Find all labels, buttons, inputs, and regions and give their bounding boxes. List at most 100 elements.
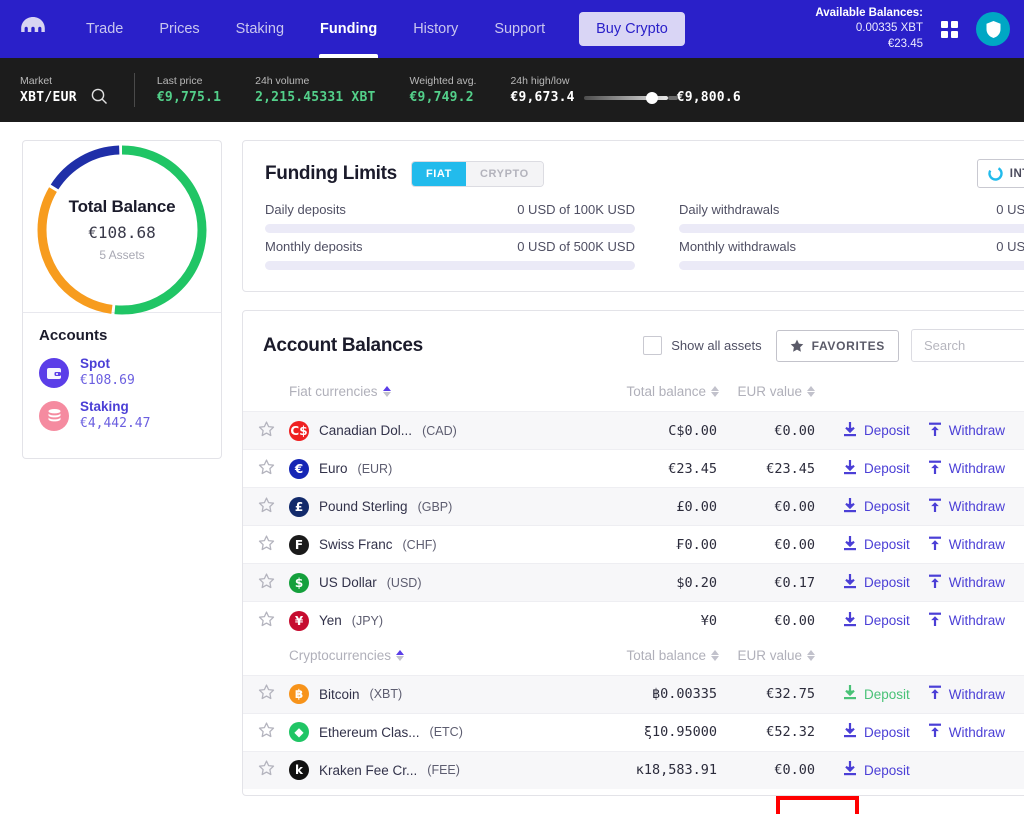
- account-item-spot[interactable]: Spot €108.69: [39, 356, 221, 389]
- section-label-cell[interactable]: Cryptocurrencies: [289, 639, 549, 675]
- page-title: Account Balances: [263, 334, 423, 356]
- asset-name: Pound Sterling: [319, 499, 408, 514]
- nav-item-history[interactable]: History: [395, 0, 476, 58]
- actions-cell: Deposit Withdraw: [839, 525, 1024, 564]
- upload-arrow-icon: [928, 612, 942, 630]
- asset-name: Bitcoin: [319, 686, 360, 702]
- limit-monthly-withdrawals: Monthly withdrawals 0 USD of: [679, 239, 1024, 270]
- total-balance-header-cell[interactable]: Total balance: [549, 639, 719, 675]
- buy-crypto-button[interactable]: Buy Crypto: [579, 12, 685, 46]
- deposit-link[interactable]: Deposit: [843, 685, 910, 703]
- withdraw-link[interactable]: Withdraw: [928, 460, 1005, 478]
- column-header-total-balance: Total balance: [626, 648, 719, 663]
- market-pair-value: XBT/EUR: [20, 90, 77, 105]
- total-balance-header-cell[interactable]: Total balance: [549, 376, 719, 412]
- asset-code: (JPY): [351, 613, 384, 628]
- eur-value-header-cell[interactable]: EUR value: [719, 376, 839, 412]
- nav-item-support[interactable]: Support: [476, 0, 563, 58]
- total-balance-cell: ₣0.00: [549, 525, 719, 564]
- available-balance-fiat: €23.45: [887, 37, 923, 50]
- eur-value-cell: €0.00: [719, 487, 839, 526]
- deposit-link[interactable]: Deposit: [843, 611, 910, 630]
- withdraw-link[interactable]: Withdraw: [928, 498, 1005, 516]
- deposit-label: Deposit: [864, 423, 910, 438]
- download-arrow-icon: [843, 421, 857, 440]
- withdraw-link[interactable]: Withdraw: [928, 612, 1005, 630]
- withdraw-link[interactable]: Withdraw: [928, 685, 1005, 703]
- favorite-star-cell[interactable]: [243, 411, 289, 450]
- account-staking-name: Staking: [80, 399, 129, 415]
- table-row: ◆ Ethereum Clas... (ETC) ξ10.95000 €52.32 Dep…: [243, 712, 1024, 751]
- favorite-star-cell[interactable]: [243, 487, 289, 526]
- favorite-star-cell[interactable]: [243, 674, 289, 713]
- withdraw-link[interactable]: Withdraw: [928, 422, 1005, 440]
- stat-24h-volume: 24h volume 2,215.45331 XBT: [255, 75, 375, 105]
- apps-grid-icon[interactable]: [941, 20, 958, 38]
- favorite-star-cell[interactable]: [243, 525, 289, 564]
- kraken-logo-icon[interactable]: [18, 14, 48, 44]
- shield-avatar-icon[interactable]: [976, 12, 1010, 46]
- nav-item-staking[interactable]: Staking: [218, 0, 302, 58]
- toggle-option-crypto[interactable]: CRYPTO: [465, 161, 543, 186]
- favorite-star-cell[interactable]: [243, 750, 289, 789]
- asset-name-cell: F Swiss Franc (CHF): [289, 525, 549, 564]
- asset-name-cell: ¥ Yen (JPY): [289, 601, 549, 640]
- verification-tier-button[interactable]: INTE: [976, 159, 1024, 188]
- deposit-link[interactable]: Deposit: [843, 535, 910, 554]
- limit-progress-bar: [265, 261, 635, 270]
- table-row: F Swiss Franc (CHF) ₣0.00 €0.00 Deposit Withdr…: [243, 525, 1024, 564]
- deposit-link[interactable]: Deposit: [843, 723, 910, 741]
- eur-value-cell: €32.75: [719, 674, 839, 713]
- balances-table-body: Fiat currencies Total balance EUR value C$ C…: [243, 376, 1024, 789]
- favorites-button-label: FAVORITES: [811, 338, 885, 353]
- nav-item-trade[interactable]: Trade: [68, 0, 141, 58]
- favorite-star-cell[interactable]: [243, 563, 289, 602]
- actions-cell: Deposit Withdraw: [839, 601, 1024, 640]
- section-sort-header: Fiat currencies: [289, 384, 391, 399]
- nav-item-prices[interactable]: Prices: [141, 0, 217, 58]
- total-balance-amount: €108.68: [88, 223, 156, 242]
- actions-cell: Deposit: [839, 750, 1024, 789]
- stat-last-price: Last price €9,775.1: [157, 75, 221, 105]
- high-low-low-value: €9,673.4: [510, 90, 575, 105]
- search-input[interactable]: [911, 329, 1024, 362]
- withdraw-link[interactable]: Withdraw: [928, 574, 1005, 592]
- deposit-link[interactable]: Deposit: [843, 761, 910, 779]
- toggle-option-fiat[interactable]: FIAT: [411, 161, 466, 186]
- donut-center-text: Total Balance €108.68 5 Assets: [35, 143, 209, 317]
- fiat-crypto-toggle[interactable]: FIAT CRYPTO: [410, 160, 544, 187]
- eur-value-header-cell[interactable]: EUR value: [719, 639, 839, 675]
- show-all-assets-checkbox[interactable]: [643, 336, 663, 355]
- withdraw-link[interactable]: Withdraw: [928, 536, 1005, 554]
- favorites-button[interactable]: FAVORITES: [775, 329, 899, 362]
- deposit-link[interactable]: Deposit: [843, 573, 910, 592]
- funding-limits-title: Funding Limits: [265, 162, 397, 184]
- deposit-link[interactable]: Deposit: [843, 421, 910, 440]
- nav-right-group: Available Balances: 0.00335 XBT €23.45: [815, 0, 1024, 58]
- limit-value: 0 USD of: [996, 202, 1024, 217]
- favorite-star-cell[interactable]: [243, 712, 289, 751]
- account-balances-header: Account Balances Show all assets FAVORIT…: [243, 311, 1024, 362]
- stat-weighted-avg: Weighted avg. €9,749.2: [410, 75, 477, 105]
- deposit-link[interactable]: Deposit: [843, 497, 910, 516]
- asset-name: Euro: [319, 461, 348, 476]
- deposit-link[interactable]: Deposit: [843, 459, 910, 478]
- nav-item-funding[interactable]: Funding: [302, 0, 395, 58]
- wallet-icon: [39, 357, 69, 388]
- market-selector[interactable]: Market XBT/EUR: [20, 75, 77, 105]
- section-label-cell[interactable]: Fiat currencies: [289, 376, 549, 412]
- withdraw-link[interactable]: Withdraw: [928, 723, 1005, 741]
- favorite-star-cell[interactable]: [243, 601, 289, 640]
- coin-icon: k: [289, 760, 309, 781]
- account-item-staking[interactable]: Staking €4,442.47: [39, 399, 221, 432]
- account-spot-name: Spot: [80, 356, 110, 371]
- search-icon[interactable]: [91, 76, 108, 105]
- account-spot-text: Spot €108.69: [80, 356, 135, 389]
- favorite-star-cell[interactable]: [243, 449, 289, 488]
- table-section-header: Fiat currencies Total balance EUR value: [243, 376, 1024, 412]
- nav-label: Prices: [159, 21, 200, 37]
- withdraw-label: Withdraw: [948, 724, 1006, 740]
- download-arrow-icon: [843, 459, 857, 478]
- stat-label: 24h volume: [255, 75, 310, 87]
- row-actions: Deposit: [843, 761, 1024, 779]
